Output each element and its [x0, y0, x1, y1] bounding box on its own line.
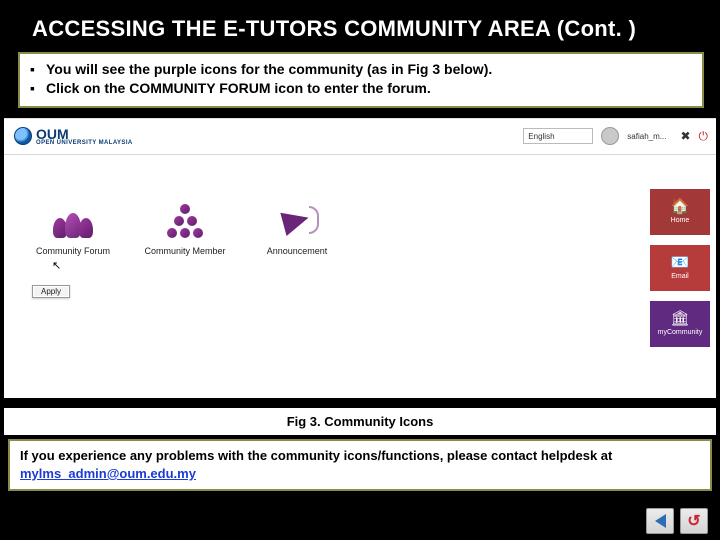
members-icon	[165, 204, 205, 238]
home-slide-button[interactable]: ↺	[680, 508, 708, 534]
nav-label: Email	[671, 273, 689, 280]
tile-label: Community Member	[144, 246, 225, 256]
language-select[interactable]: English	[523, 128, 593, 144]
oum-logo[interactable]: OUM OPEN UNIVERSITY MALAYSIA	[14, 126, 133, 146]
bullet-icon: ▪	[30, 60, 40, 79]
arrow-left-icon	[655, 514, 666, 528]
instruction-item: ▪ Click on the COMMUNITY FORUM icon to e…	[30, 79, 692, 98]
helpdesk-email-link[interactable]: mylms_admin@oum.edu.my	[20, 466, 196, 481]
nav-email-tile[interactable]: 📧 Email	[650, 245, 710, 291]
announcement-tile[interactable]: Announcement	[256, 204, 338, 256]
globe-icon	[14, 127, 32, 145]
right-nav: 🏠 Home 📧 Email 🏛 myCommunity	[650, 189, 710, 347]
bullet-icon: ▪	[30, 79, 40, 98]
nav-label: myCommunity	[658, 329, 703, 336]
slide-title: ACCESSING THE E-TUTORS COMMUNITY AREA (C…	[0, 0, 720, 52]
avatar[interactable]	[601, 127, 619, 145]
helpdesk-text: If you experience any problems with the …	[20, 448, 612, 463]
community-tiles: Community Forum Community Member Announc…	[32, 204, 338, 256]
figure-caption: Fig 3. Community Icons	[4, 408, 716, 435]
lms-topbar: OUM OPEN UNIVERSITY MALAYSIA English saf…	[4, 119, 716, 155]
apply-button[interactable]: Apply	[32, 285, 70, 298]
home-icon: 🏠	[671, 199, 690, 214]
slide-nav: ↺	[646, 508, 708, 534]
instruction-text: You will see the purple icons for the co…	[46, 60, 492, 79]
username-label: safiah_m...	[627, 132, 666, 141]
helpdesk-note: If you experience any problems with the …	[8, 439, 712, 491]
campus-icon: 🏛	[670, 311, 689, 326]
nav-label: Home	[671, 217, 690, 224]
community-forum-tile[interactable]: Community Forum	[32, 204, 114, 256]
return-home-icon: ↺	[686, 513, 702, 529]
tile-label: Announcement	[267, 246, 328, 256]
tile-label: Community Forum	[36, 246, 110, 256]
power-icon[interactable]: ⏻	[699, 129, 709, 144]
megaphone-icon	[277, 204, 317, 238]
brand-sub: OPEN UNIVERSITY MALAYSIA	[36, 140, 133, 146]
envelope-icon: 📧	[671, 255, 690, 270]
community-member-tile[interactable]: Community Member	[144, 204, 226, 256]
nav-community-tile[interactable]: 🏛 myCommunity	[650, 301, 710, 347]
instruction-text: Click on the COMMUNITY FORUM icon to ent…	[46, 79, 431, 98]
instruction-item: ▪ You will see the purple icons for the …	[30, 60, 692, 79]
nav-home-tile[interactable]: 🏠 Home	[650, 189, 710, 235]
cursor-icon: ↖	[52, 259, 61, 272]
settings-icon[interactable]: ✖	[680, 129, 690, 143]
instruction-box: ▪ You will see the purple icons for the …	[18, 52, 704, 108]
lms-screenshot: OUM OPEN UNIVERSITY MALAYSIA English saf…	[4, 118, 716, 398]
prev-slide-button[interactable]	[646, 508, 674, 534]
people-icon	[53, 204, 93, 238]
language-value: English	[528, 132, 554, 141]
